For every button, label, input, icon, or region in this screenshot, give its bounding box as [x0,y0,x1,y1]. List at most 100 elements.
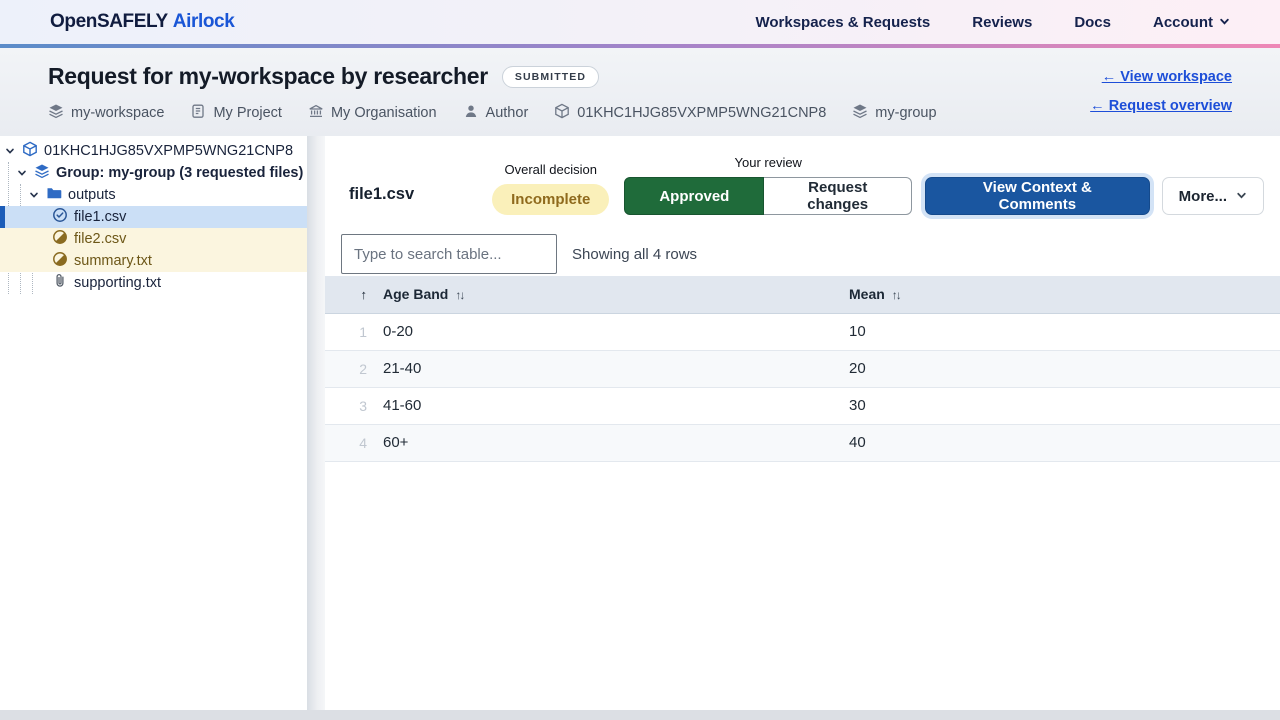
nav-account-label: Account [1153,14,1213,31]
app-logo[interactable]: OpenSAFELYAirlock [50,11,234,33]
meta-request-id-label: 01KHC1HJG85VXPMP5WNG21CNP8 [577,105,826,121]
tree-item-supporting[interactable]: supporting.txt [0,272,307,294]
meta-request-id: 01KHC1HJG85VXPMP5WNG21CNP8 [554,103,826,123]
package-icon [22,141,38,161]
table-row: 2 21-40 20 [325,350,1280,387]
pending-icon [52,229,68,249]
overall-decision-label: Overall decision [504,162,597,177]
layers-icon [34,163,50,183]
sort-toggle-icon: ↑↓ [892,288,900,302]
age-band-cell: 0-20 [383,313,849,350]
logo-secondary: Airlock [173,11,235,32]
your-review-group: Your review Approved Request changes [624,155,912,215]
tree-item-label: supporting.txt [74,275,161,291]
search-input[interactable] [341,234,557,274]
chevron-down-icon[interactable] [16,168,28,178]
table-header-row: ↑ Age Band↑↓ Mean ↑↓ [325,276,1280,313]
package-icon [554,103,570,123]
more-menu-button[interactable]: More... [1162,177,1264,215]
row-number-cell: 3 [325,387,383,424]
top-navigation-bar: OpenSAFELYAirlock Workspaces & Requests … [0,0,1280,44]
tree-item-request[interactable]: 01KHC1HJG85VXPMP5WNG21CNP8 [0,140,307,162]
row-number-sort-header[interactable]: ↑ [325,276,383,313]
more-menu-label: More... [1179,188,1227,205]
mean-cell: 20 [849,350,1280,387]
mean-cell: 30 [849,387,1280,424]
meta-workspace: my-workspace [48,103,164,123]
request-overview-link[interactable]: ← Request overview [1090,98,1232,114]
status-badge: SUBMITTED [502,66,599,88]
table-toolbar: Showing all 4 rows [325,215,1280,276]
request-metadata: my-workspace My Project My Organisation … [48,103,937,123]
tree-item-label: file1.csv [74,209,126,225]
meta-author: Author [463,103,529,123]
decision-badge: Incomplete [492,184,609,215]
file-review-panel: file1.csv Overall decision Incomplete Yo… [325,136,1280,710]
your-review-label: Your review [735,155,802,170]
sidebar-resize-handle[interactable] [307,136,325,710]
tree-item-label: 01KHC1HJG85VXPMP5WNG21CNP8 [44,143,293,159]
meta-organisation-label: My Organisation [331,105,437,121]
row-number-cell: 4 [325,424,383,461]
nav-docs[interactable]: Docs [1074,14,1111,31]
page-title: Request for my-workspace by researcher [48,63,488,90]
column-label: Mean [849,286,885,302]
column-label: Age Band [383,286,448,302]
tree-item-file2[interactable]: file2.csv [0,228,307,250]
top-nav-links: Workspaces & Requests Reviews Docs Accou… [755,14,1230,31]
tree-item-group[interactable]: Group: my-group (3 requested files) [0,162,307,184]
rows-summary: Showing all 4 rows [572,246,697,263]
nav-workspaces-requests[interactable]: Workspaces & Requests [755,14,930,31]
age-band-cell: 60+ [383,424,849,461]
chevron-down-icon [1236,188,1247,205]
request-header: Request for my-workspace by researcher S… [0,48,1280,136]
meta-group: my-group [852,103,936,123]
check-circle-icon [52,207,68,227]
column-header-mean[interactable]: Mean ↑↓ [849,276,1280,313]
meta-workspace-label: my-workspace [71,105,164,121]
folder-icon [46,185,62,205]
tree-item-file1[interactable]: file1.csv [0,206,307,228]
chevron-down-icon[interactable] [4,146,16,156]
tree-item-outputs-folder[interactable]: outputs [0,184,307,206]
meta-project-label: My Project [213,105,282,121]
approved-button[interactable]: Approved [624,177,764,215]
review-button-group: Approved Request changes [624,177,912,215]
meta-group-label: my-group [875,105,936,121]
paperclip-icon [52,273,68,293]
file-tree-sidebar: 01KHC1HJG85VXPMP5WNG21CNP8 Group: my-gro… [0,136,307,710]
meta-author-label: Author [486,105,529,121]
bank-icon [308,103,324,123]
nav-reviews[interactable]: Reviews [972,14,1032,31]
table-row: 4 60+ 40 [325,424,1280,461]
age-band-cell: 41-60 [383,387,849,424]
row-number-cell: 1 [325,313,383,350]
column-header-age-band[interactable]: Age Band↑↓ [383,276,849,313]
clipboard-icon [190,103,206,123]
pending-icon [52,251,68,271]
chevron-down-icon [1219,14,1230,31]
tree-item-label: Group: my-group (3 requested files) [56,165,303,181]
file-title: file1.csv [349,185,414,204]
csv-data-table: ↑ Age Band↑↓ Mean ↑↓ 1 0-20 10 2 21-40 20… [325,276,1280,462]
mean-cell: 10 [849,313,1280,350]
layers-icon [852,103,868,123]
sort-ascending-icon: ↑ [361,287,368,302]
tree-item-label: file2.csv [74,231,126,247]
overall-decision-group: Overall decision Incomplete [492,162,609,215]
table-row: 3 41-60 30 [325,387,1280,424]
file-review-header: file1.csv Overall decision Incomplete Yo… [325,136,1280,215]
row-number-cell: 2 [325,350,383,387]
meta-project: My Project [190,103,282,123]
chevron-down-icon[interactable] [28,190,40,200]
mean-cell: 40 [849,424,1280,461]
view-workspace-link[interactable]: ← View workspace [1102,69,1232,85]
tree-item-label: outputs [68,187,116,203]
nav-account-menu[interactable]: Account [1153,14,1230,31]
layers-icon [48,103,64,123]
request-changes-button[interactable]: Request changes [764,177,912,215]
logo-primary: OpenSAFELY [50,11,168,32]
tree-item-summary[interactable]: summary.txt [0,250,307,272]
view-context-comments-button[interactable]: View Context & Comments [925,177,1150,215]
tree-item-label: summary.txt [74,253,152,269]
